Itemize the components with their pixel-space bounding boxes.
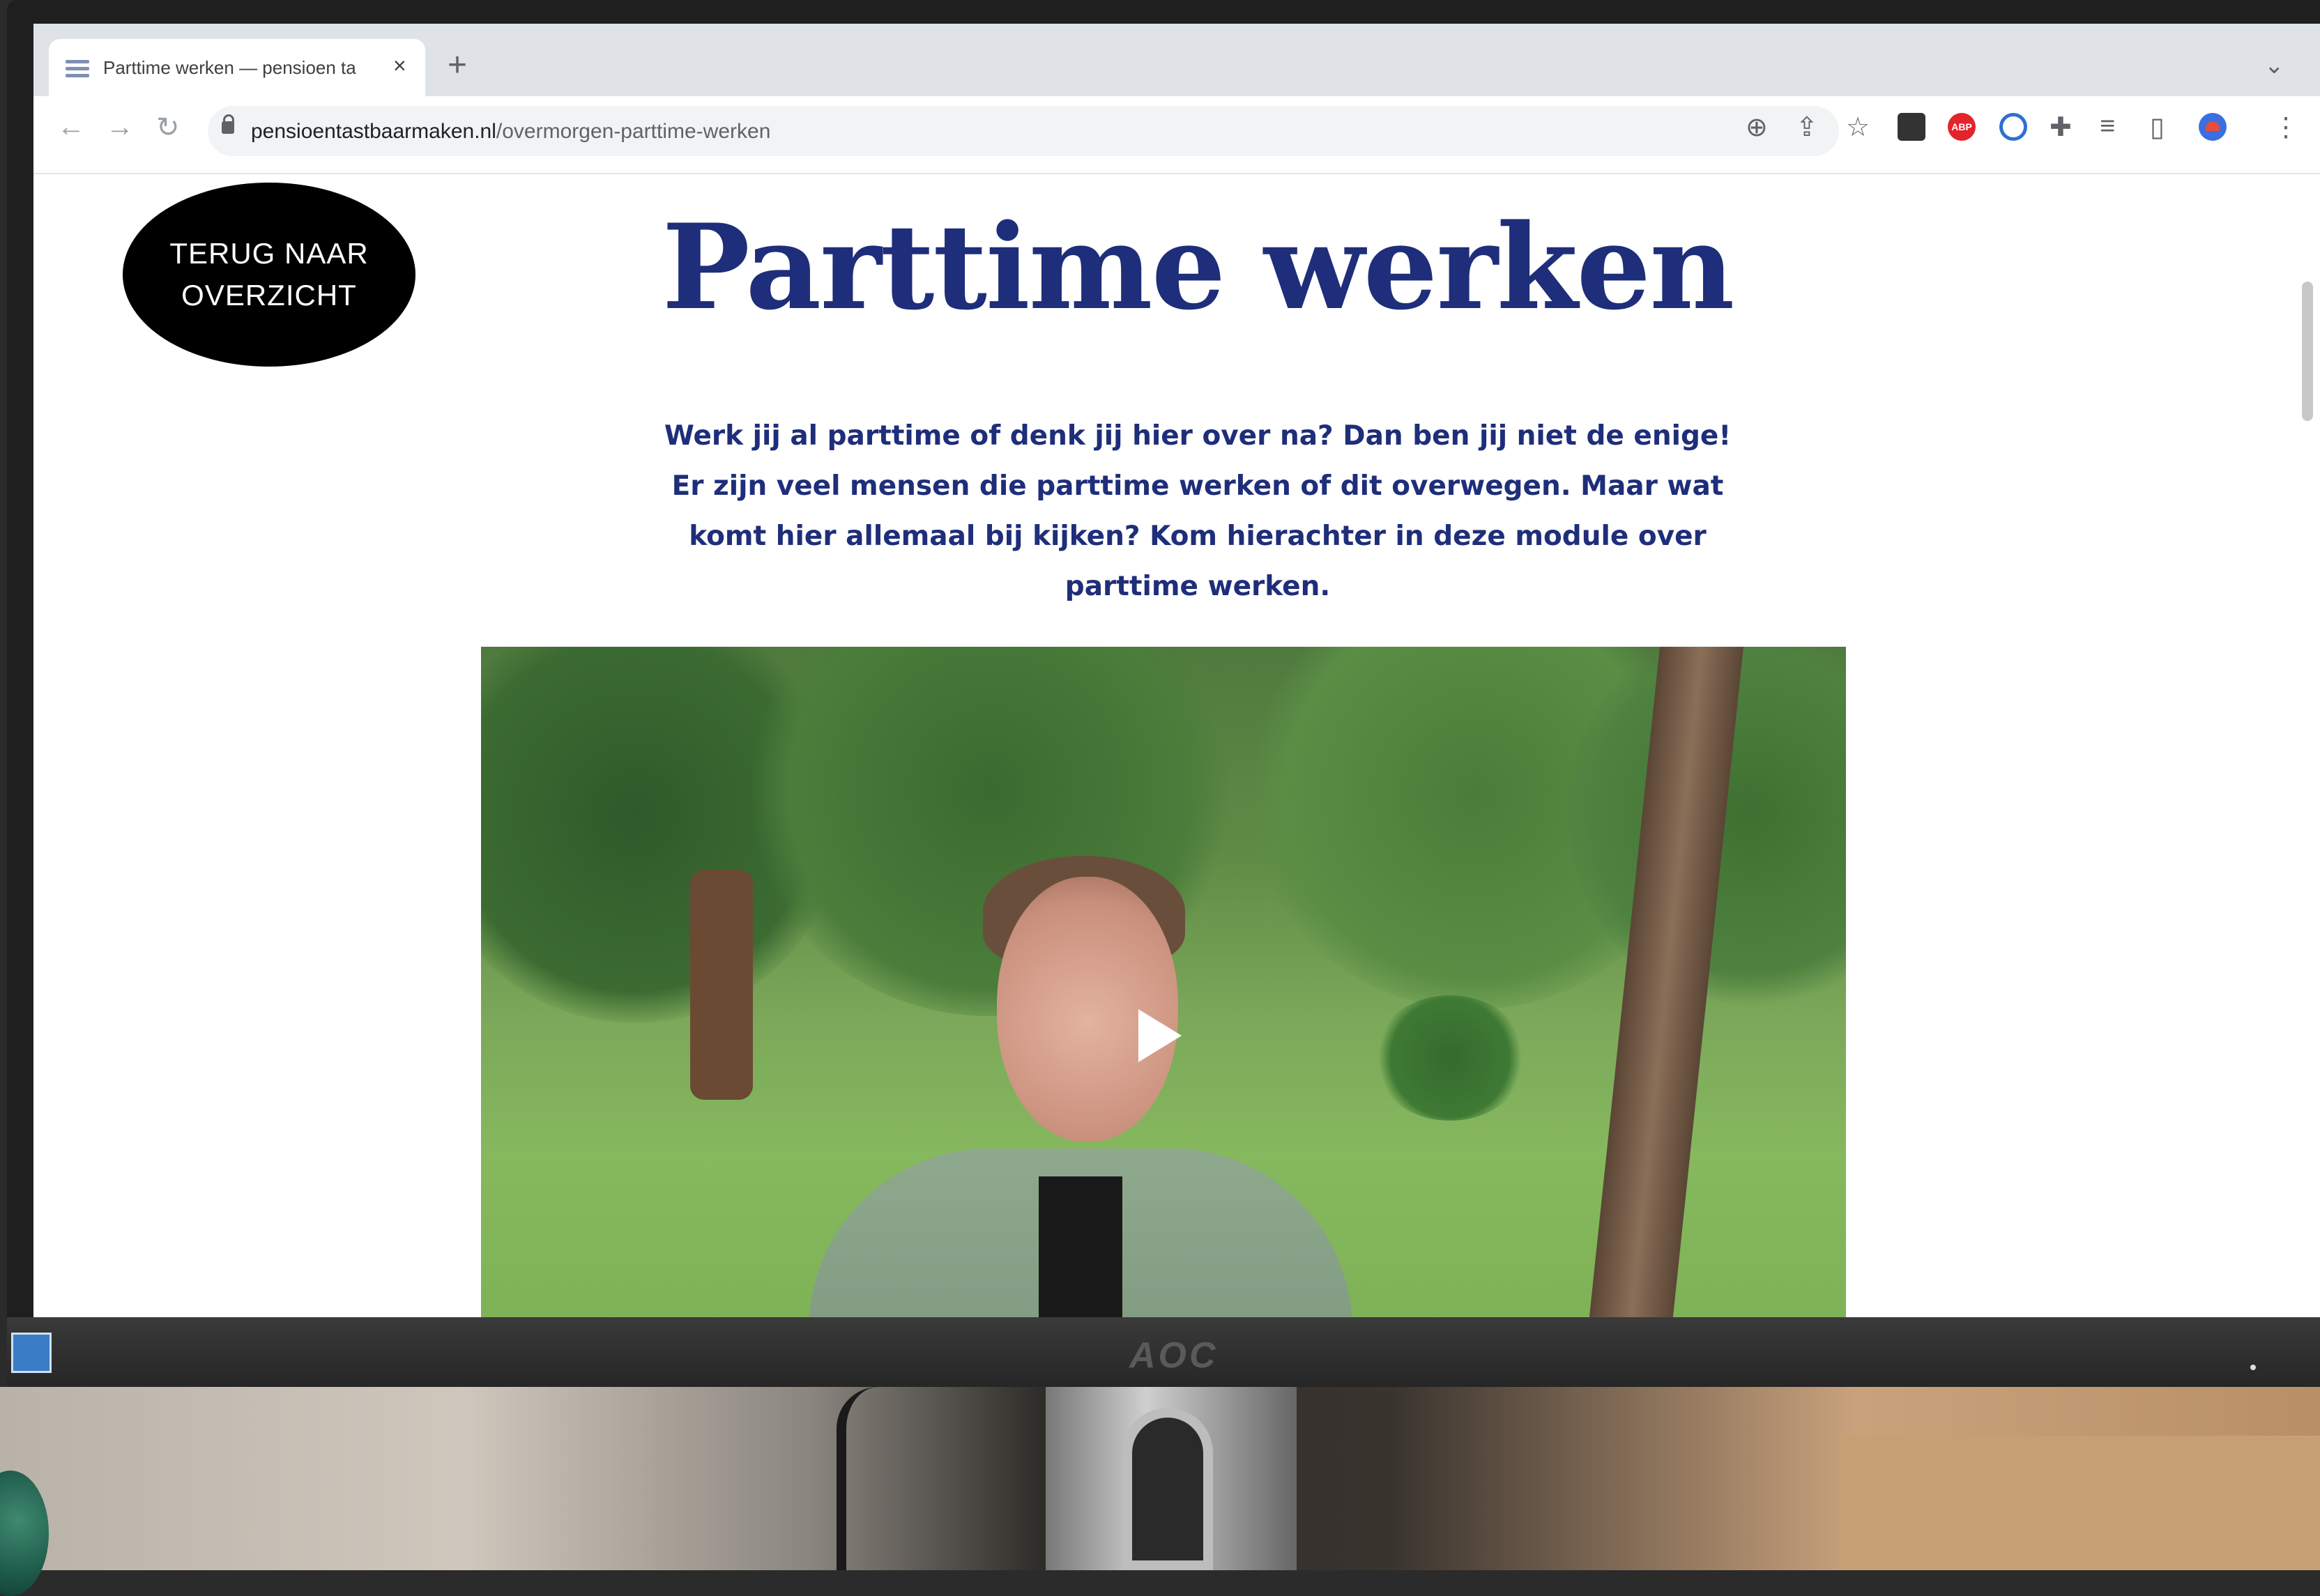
extension-dark-icon[interactable] [1898,113,1925,141]
video-player[interactable] [481,647,1846,1317]
extension-blue-icon[interactable] [1999,113,2027,141]
power-led [2250,1365,2256,1370]
lock-icon[interactable] [222,114,234,134]
side-panel-icon[interactable]: ▯ [2150,112,2165,143]
tab-search-icon[interactable]: ≡ [2100,112,2115,141]
url-text[interactable]: pensioentastbaarmaken.nl/overmorgen-part… [251,120,770,144]
page-scrollbar[interactable] [2302,282,2313,421]
more-menu-icon[interactable]: ⋮ [2273,112,2299,143]
site-favicon-icon [66,60,89,81]
page-title: Parttime werken [662,198,1735,336]
monitor-brand-logo: AOC [1129,1335,1219,1376]
video-person-shirt [1039,1176,1122,1317]
desk [1840,1436,2320,1570]
profile-avatar-icon[interactable] [2199,113,2227,141]
share-icon[interactable]: ⇪ [1796,112,1818,143]
puzzle-icon[interactable]: ✚ [2050,112,2072,143]
bookmark-star-icon[interactable]: ☆ [1846,112,1870,143]
tab-list-chevron-icon[interactable]: ⌄ [2264,52,2284,79]
tab-title: Parttime werken — pensioen ta [103,57,356,78]
new-tab-button[interactable]: + [448,46,467,84]
cable [837,1387,902,1570]
back-icon[interactable]: ← [57,112,85,143]
zoom-icon[interactable]: ⊕ [1746,112,1768,143]
tab-close-icon[interactable]: × [393,53,406,79]
energy-star-badge [11,1333,52,1373]
reload-icon[interactable]: ↻ [156,112,180,144]
screen: Parttime werken — pensioen ta × + ⌄ ← → … [33,24,2320,1317]
back-to-overview-button[interactable]: TERUG NAAR OVERZICHT [123,183,415,367]
video-tree-trunk [690,870,753,1100]
back-to-overview-label: TERUG NAAR OVERZICHT [169,237,369,312]
url-domain: pensioentastbaarmaken.nl [251,120,496,143]
forward-icon[interactable]: → [106,112,134,143]
video-bush [1373,995,1527,1121]
play-icon[interactable] [1138,1009,1182,1062]
adblock-icon[interactable]: ABP [1948,113,1976,141]
url-path: /overmorgen-parttime-werken [496,120,771,143]
stand-cable-hole [1122,1408,1213,1570]
intro-paragraph: Werk jij al parttime of denk jij hier ov… [664,420,1732,602]
